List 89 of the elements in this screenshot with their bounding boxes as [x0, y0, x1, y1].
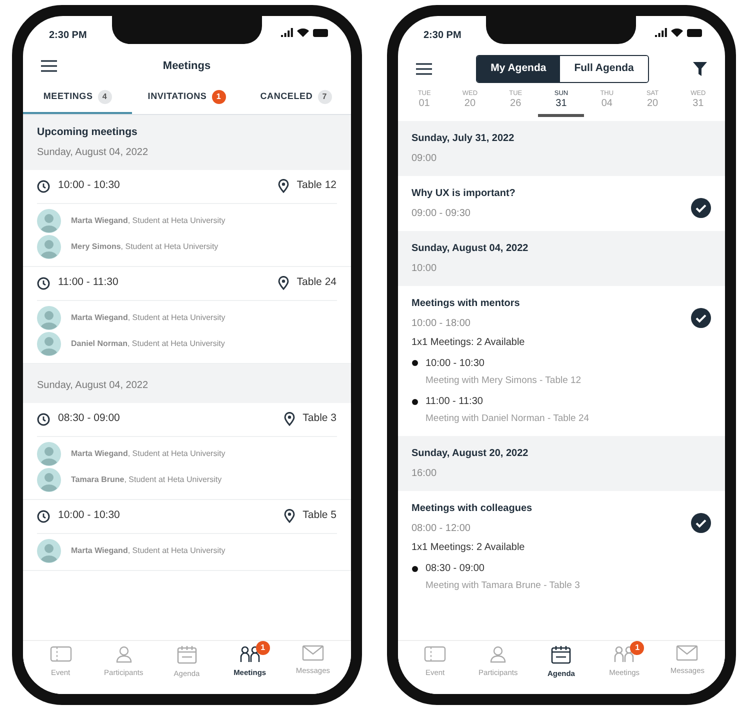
checked-icon[interactable]	[691, 513, 711, 534]
session-time: 08:00 - 12:00	[412, 522, 472, 536]
session-note: 1x1 Meetings: 2 Available	[412, 541, 526, 556]
envelope-icon	[676, 645, 698, 661]
status-time: 2:30 PM	[49, 29, 87, 43]
participant-text: Marta Wiegand, Student at Heta University	[71, 448, 226, 460]
meeting-time: 10:00 - 10:30	[58, 508, 120, 524]
signal-icon	[280, 28, 292, 37]
menu-icon[interactable]	[416, 63, 432, 75]
bullet-icon	[412, 360, 418, 366]
group-time: 10:00	[412, 262, 438, 276]
table-label: Table 3	[302, 411, 336, 426]
notification-badge: 1	[256, 641, 270, 655]
avatar	[37, 306, 61, 330]
group-time: 09:00	[412, 152, 438, 166]
clock-icon	[37, 510, 50, 523]
count-badge: 4	[98, 90, 112, 104]
participant-text: Mery Simons, Student at Heta University	[71, 240, 218, 253]
tab[interactable]: CANCELED 7	[241, 82, 350, 114]
bullet-icon	[412, 566, 418, 572]
people-icon	[238, 645, 261, 663]
participant-text: Marta Wiegand, Student at Heta University	[71, 312, 226, 324]
table-label: Table 12	[296, 178, 336, 194]
checked-icon[interactable]	[691, 308, 711, 328]
session-time: 09:00 - 09:30	[412, 206, 472, 221]
slot-detail: Meeting with Daniel Norman - Table 24	[426, 412, 590, 426]
slot-time: 11:00 - 11:30	[426, 395, 483, 410]
segment-tab[interactable]: My Agenda	[476, 56, 560, 82]
tab[interactable]: INVITATIONS 1	[132, 82, 242, 114]
group-date: Sunday, August 04, 2022	[412, 242, 530, 256]
wifi-icon	[296, 28, 308, 37]
signal-icon	[655, 28, 667, 37]
group-date: Sunday, August 20, 2022	[412, 447, 530, 462]
avatar	[37, 332, 61, 356]
location-pin-icon	[278, 179, 289, 194]
avatar	[37, 538, 61, 563]
avatar	[37, 442, 61, 466]
screen-title: Meetings	[162, 58, 211, 74]
menu-icon[interactable]	[41, 60, 57, 72]
envelope-icon	[302, 645, 324, 661]
section-date: Sunday, August 04, 2022	[37, 378, 150, 393]
battery-icon	[687, 28, 703, 36]
meeting-time: 10:00 - 10:30	[58, 178, 120, 194]
ticket-icon	[424, 645, 446, 663]
section-title: Upcoming meetings	[37, 125, 138, 140]
calendar-icon	[176, 645, 197, 664]
group-time: 16:00	[412, 467, 438, 482]
session-title: Meetings with mentors	[412, 296, 521, 311]
participant-text: Daniel Norman, Student at Heta University	[71, 338, 225, 350]
person-icon	[488, 645, 508, 663]
slot-time: 08:30 - 09:00	[426, 562, 484, 576]
meeting-time: 08:30 - 09:00	[58, 411, 120, 426]
table-label: Table 24	[296, 275, 336, 290]
avatar	[37, 234, 61, 259]
clock-icon	[37, 412, 50, 426]
wifi-icon	[671, 28, 683, 37]
location-pin-icon	[278, 276, 289, 290]
calendar-icon	[551, 645, 572, 664]
group-date: Sunday, July 31, 2022	[412, 132, 516, 146]
person-icon	[114, 645, 134, 663]
notification-badge: 1	[630, 641, 644, 655]
session-note: 1x1 Meetings: 2 Available	[412, 336, 526, 350]
slot-detail: Meeting with Mery Simons - Table 12	[426, 374, 582, 388]
bullet-icon	[412, 398, 418, 405]
avatar	[37, 468, 61, 492]
session-title: Why UX is important?	[412, 186, 516, 201]
ticket-icon	[50, 645, 72, 663]
count-badge: 1	[212, 90, 226, 104]
participant-text: Marta Wiegand, Student at Heta University	[71, 544, 226, 557]
section-date: Sunday, August 04, 2022	[37, 146, 150, 160]
participant-text: Marta Wiegand, Student at Heta University	[71, 214, 226, 227]
filter-icon[interactable]	[692, 62, 707, 76]
table-label: Table 5	[302, 508, 336, 524]
location-pin-icon	[284, 509, 295, 524]
participant-text: Tamara Brune, Student at Heta University	[71, 474, 222, 486]
slot-detail: Meeting with Tamara Brune - Table 3	[426, 579, 581, 594]
people-icon	[613, 645, 636, 663]
clock-icon	[37, 276, 50, 290]
avatar	[37, 208, 61, 233]
battery-icon	[312, 28, 328, 36]
checked-icon[interactable]	[691, 198, 711, 218]
slot-time: 10:00 - 10:30	[426, 356, 484, 371]
status-time: 2:30 PM	[424, 29, 462, 43]
meeting-time: 11:00 - 11:30	[58, 275, 118, 290]
clock-icon	[37, 180, 50, 193]
session-title: Meetings with colleagues	[412, 502, 534, 516]
count-badge: 7	[318, 90, 332, 104]
session-time: 10:00 - 18:00	[412, 316, 472, 331]
location-pin-icon	[284, 412, 295, 426]
